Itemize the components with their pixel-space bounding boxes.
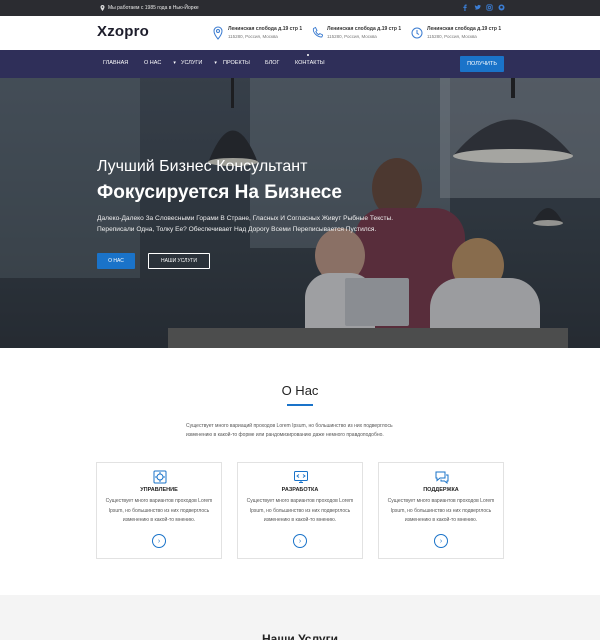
clock-icon (411, 27, 423, 39)
top-location: Мы работаем с 1985 года в Нью-Йорке (100, 5, 199, 11)
nav-item-home[interactable]: Главная (103, 60, 128, 66)
contact-line2: 115280, Россия, Москва (228, 34, 278, 39)
top-bar: Мы работаем с 1985 года в Нью-Йорке (0, 0, 600, 16)
social-links (462, 4, 505, 11)
card-text: Существует много вариантов проходов Lore… (387, 498, 495, 523)
card-title: Разработка (281, 487, 319, 493)
services-section: Наши Услуги (0, 595, 600, 640)
active-nav-indicator (307, 54, 309, 56)
map-pin-icon (100, 5, 105, 11)
contact-line1: Ленинская слобода д.19 стр 1 (427, 26, 502, 32)
nav-item-services[interactable]: Услуги ▾ (181, 60, 217, 66)
card-text: Существует много вариантов проходов Lore… (246, 498, 354, 523)
instagram-icon[interactable] (486, 4, 493, 11)
about-description: Существует много вариаций проходов Lorem… (186, 423, 393, 438)
logo[interactable]: Xzopro (97, 23, 149, 40)
our-services-button[interactable]: Наши Услуги (148, 253, 210, 269)
nav-item-contacts[interactable]: Контакты (295, 60, 325, 66)
contact-phone: Ленинская слобода д.19 стр 1 115280, Рос… (311, 26, 401, 40)
title-underline (287, 404, 313, 406)
main-nav: Главная О Нас ▾ Услуги ▾ Проекты Блог Ко… (0, 50, 600, 78)
contact-hours: Ленинская слобода д.19 стр 1 115280, Рос… (411, 26, 501, 40)
nav-item-projects[interactable]: Проекты (223, 60, 250, 66)
map-pin-icon (213, 26, 223, 40)
service-card-management: Управление Существует много вариантов пр… (96, 462, 222, 559)
card-title: Поддержка (423, 487, 459, 493)
nav-item-about[interactable]: О Нас ▾ (144, 60, 176, 66)
services-title: Наши Услуги (262, 632, 338, 640)
nav-item-label: Проекты (223, 60, 250, 66)
service-card-development: Разработка Существует много вариантов пр… (237, 462, 363, 559)
phone-icon (312, 26, 323, 38)
arrow-right-icon[interactable]: › (152, 534, 166, 548)
hero-text: Далеко-Далеко За Словесными Горами В Стр… (97, 215, 394, 233)
facebook-icon[interactable] (462, 4, 468, 11)
contact-address: Ленинская слобода д.19 стр 1 115280, Рос… (212, 26, 302, 40)
hero-subtitle: Лучший Бизнес Консультант (97, 158, 308, 175)
arrow-right-icon[interactable]: › (293, 534, 307, 548)
site-header: Xzopro Ленинская слобода д.19 стр 1 1152… (0, 16, 600, 50)
contact-line1: Ленинская слобода д.19 стр 1 (228, 26, 303, 32)
hero-section: Лучший Бизнес Консультант Фокусируется Н… (0, 78, 600, 348)
card-text: Существует много вариантов проходов Lore… (105, 498, 213, 523)
about-button[interactable]: О нас (97, 253, 135, 269)
management-icon (153, 470, 167, 484)
github-icon[interactable] (498, 4, 505, 11)
hero-title: Фокусируется На Бизнесе (97, 182, 342, 203)
card-title: Управление (140, 487, 178, 493)
development-icon (294, 471, 308, 483)
nav-item-label: О Нас (144, 60, 162, 66)
top-location-text: Мы работаем с 1985 года в Нью-Йорке (108, 5, 199, 11)
arrow-right-icon[interactable]: › (434, 534, 448, 548)
nav-item-blog[interactable]: Блог (265, 60, 279, 66)
about-title: О Нас (281, 383, 319, 398)
get-quote-button[interactable]: Получить (460, 56, 504, 72)
nav-item-label: Услуги (181, 60, 203, 66)
nav-item-label: Главная (103, 60, 129, 66)
chevron-down-icon: ▾ (214, 60, 217, 66)
chevron-down-icon: ▾ (173, 60, 176, 66)
contact-line2: 115280, Россия, Москва (327, 34, 377, 39)
nav-item-label: Блог (265, 60, 280, 66)
service-card-support: Поддержка Существует много вариантов про… (378, 462, 504, 559)
twitter-icon[interactable] (474, 4, 482, 11)
nav-item-label: Контакты (295, 60, 325, 66)
contact-line2: 115280, Россия, Москва (427, 34, 477, 39)
support-icon (435, 471, 449, 485)
contact-line1: Ленинская слобода д.19 стр 1 (327, 26, 402, 32)
